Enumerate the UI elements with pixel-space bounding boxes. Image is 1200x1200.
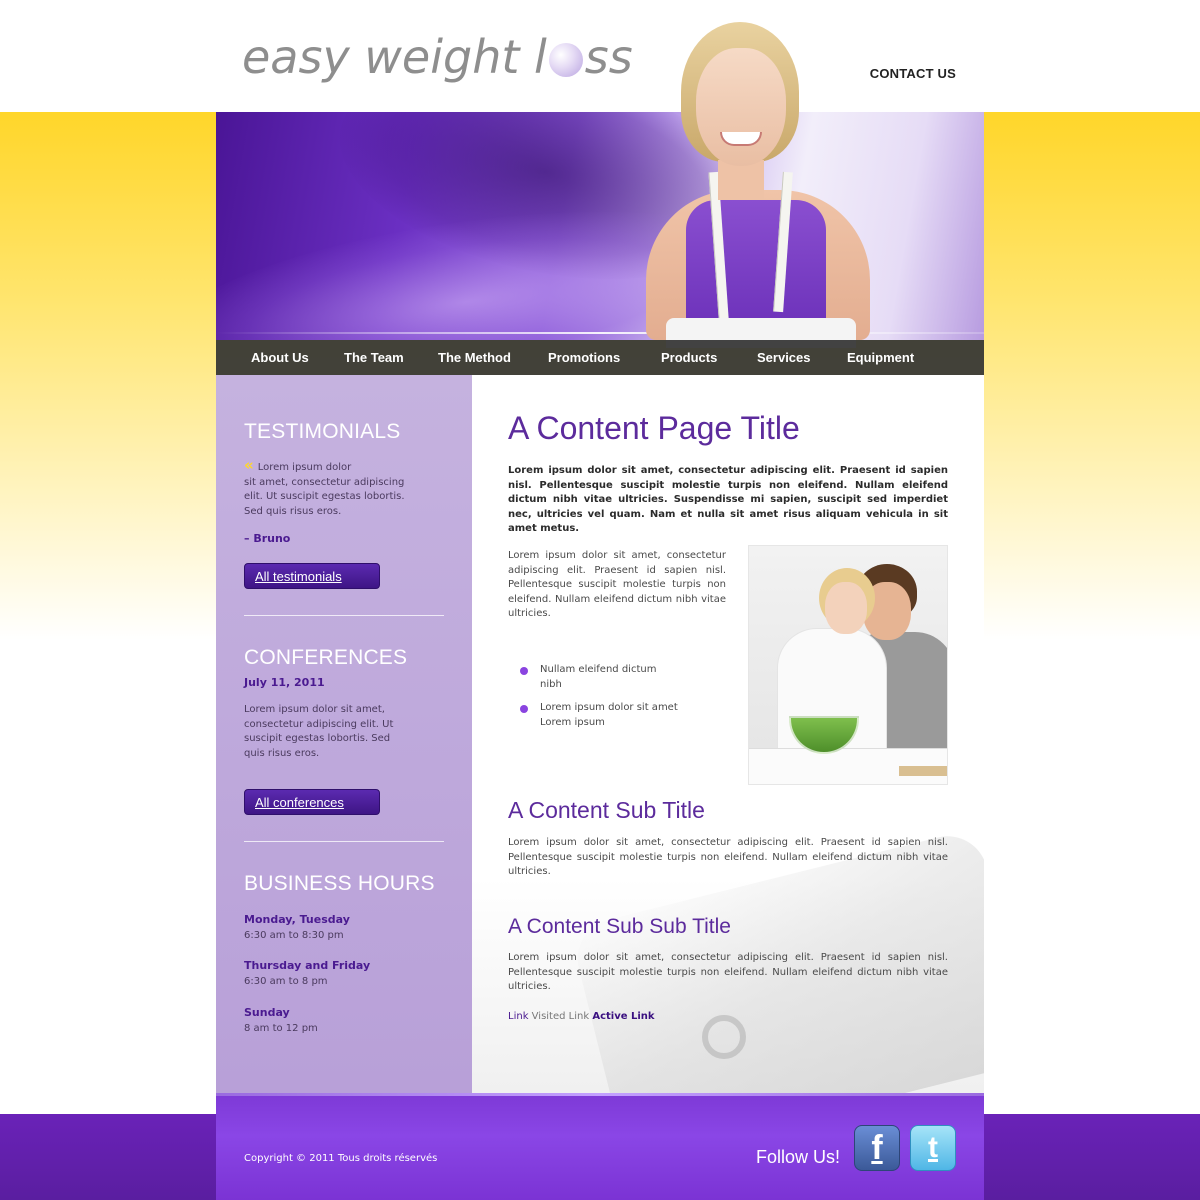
- hours-row: Monday, Tuesday 6:30 am to 8:30 pm: [244, 913, 350, 944]
- logo-ball-icon: [548, 43, 583, 77]
- conference-date: July 11, 2011: [244, 676, 325, 689]
- list-item: Lorem ipsum dolor sit amet Lorem ipsum: [520, 701, 680, 730]
- hours-days: Monday, Tuesday: [244, 913, 350, 926]
- hours-time: 6:30 am to 8 pm: [244, 976, 328, 987]
- hours-days: Thursday and Friday: [244, 959, 371, 972]
- facebook-icon[interactable]: f: [854, 1125, 900, 1171]
- sample-visited-link[interactable]: Visited Link: [532, 1011, 589, 1022]
- testimonials-heading: TESTIMONIALS: [244, 420, 401, 443]
- nav-promotions[interactable]: Promotions: [548, 350, 661, 365]
- bullet-dot-icon: [520, 667, 528, 675]
- hero-woman-image: [646, 22, 876, 348]
- main-content: A Content Page Title Lorem ipsum dolor s…: [472, 375, 984, 1093]
- all-testimonials-button[interactable]: All testimonials: [244, 563, 380, 589]
- hours-row: Thursday and Friday 6:30 am to 8 pm: [244, 959, 370, 990]
- conference-text: Lorem ipsum dolor sit amet, consectetur …: [244, 704, 394, 759]
- hours-time: 6:30 am to 8:30 pm: [244, 930, 344, 941]
- sample-link[interactable]: Link: [508, 1011, 528, 1022]
- nav-about-us[interactable]: About Us: [251, 350, 344, 365]
- sidebar-divider: [244, 841, 444, 842]
- all-conferences-button[interactable]: All conferences: [244, 789, 380, 815]
- nav-the-method[interactable]: The Method: [438, 350, 548, 365]
- sidebar-divider: [244, 615, 444, 616]
- contact-us-link[interactable]: CONTACT US: [870, 66, 956, 81]
- follow-us-label: Follow Us!: [756, 1147, 841, 1167]
- hours-time: 8 am to 12 pm: [244, 1023, 318, 1034]
- business-hours-heading: BUSINESS HOURS: [244, 872, 435, 895]
- nav-equipment[interactable]: Equipment: [847, 350, 914, 365]
- footer-highlight: [216, 1093, 984, 1096]
- testimonial-line1: Lorem ipsum dolor: [257, 462, 352, 473]
- nav-products[interactable]: Products: [661, 350, 757, 365]
- logo-text-start: easy weight l: [242, 30, 547, 84]
- page-title: A Content Page Title: [508, 410, 800, 446]
- content-sub-title: A Content Sub Title: [508, 797, 705, 823]
- link-samples: Link Visited Link Active Link: [508, 1011, 655, 1022]
- list-item: Nullam eleifend dictum nibh: [520, 663, 680, 692]
- nav-the-team[interactable]: The Team: [344, 350, 438, 365]
- bullet-list: Nullam eleifend dictum nibh Lorem ipsum …: [520, 663, 680, 739]
- quote-icon: «: [244, 456, 254, 474]
- sidebar: TESTIMONIALS «Lorem ipsum dolor sit amet…: [216, 375, 472, 1093]
- nav-services[interactable]: Services: [757, 350, 847, 365]
- conferences-heading: CONFERENCES: [244, 646, 408, 669]
- sub-paragraph: Lorem ipsum dolor sit amet, consectetur …: [508, 837, 948, 877]
- sub-sub-paragraph: Lorem ipsum dolor sit amet, consectetur …: [508, 952, 948, 992]
- testimonial-quote: «Lorem ipsum dolor sit amet, consectetur…: [244, 458, 414, 519]
- twitter-icon[interactable]: t: [910, 1125, 956, 1171]
- watermark-ring: [702, 1015, 746, 1059]
- hours-days: Sunday: [244, 1006, 290, 1019]
- intro-paragraph: Lorem ipsum dolor sit amet, consectetur …: [508, 550, 726, 619]
- bullet-dot-icon: [520, 705, 528, 713]
- testimonial-author: – Bruno: [244, 532, 291, 545]
- page: easy weight l ss CONTACT US About Us The …: [216, 0, 984, 1200]
- sample-active-link[interactable]: Active Link: [592, 1011, 654, 1022]
- logo-text-end: ss: [584, 30, 633, 84]
- testimonial-rest: sit amet, consectetur adipiscing elit. U…: [244, 476, 405, 517]
- lead-paragraph: Lorem ipsum dolor sit amet, consectetur …: [508, 465, 948, 534]
- couple-image: [748, 545, 948, 785]
- footer: Copyright © 2011 Tous droits réservés Fo…: [216, 1093, 984, 1200]
- hours-row: Sunday 8 am to 12 pm: [244, 1006, 318, 1037]
- content-sub-sub-title: A Content Sub Sub Title: [508, 915, 731, 938]
- copyright-text: Copyright © 2011 Tous droits réservés: [244, 1153, 438, 1164]
- main-nav: About Us The Team The Method Promotions …: [216, 340, 984, 375]
- site-logo[interactable]: easy weight l ss: [242, 30, 633, 84]
